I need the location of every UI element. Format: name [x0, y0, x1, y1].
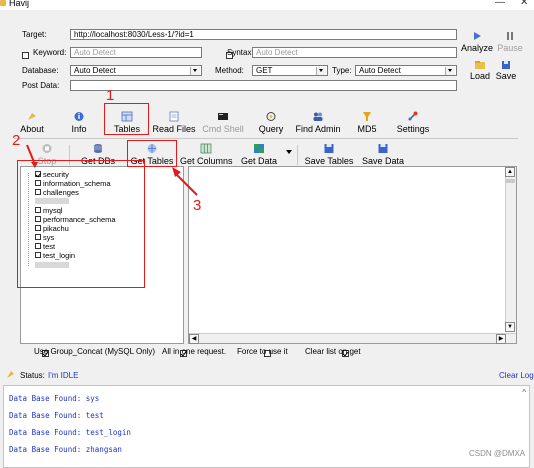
annotation-arrow-3 [175, 173, 198, 196]
annotation-arrowhead-3 [172, 167, 181, 177]
annotation-arrowhead-2 [31, 162, 38, 168]
annotation-arrows [26, 144, 198, 196]
annotation-arrow-2 [26, 144, 35, 163]
